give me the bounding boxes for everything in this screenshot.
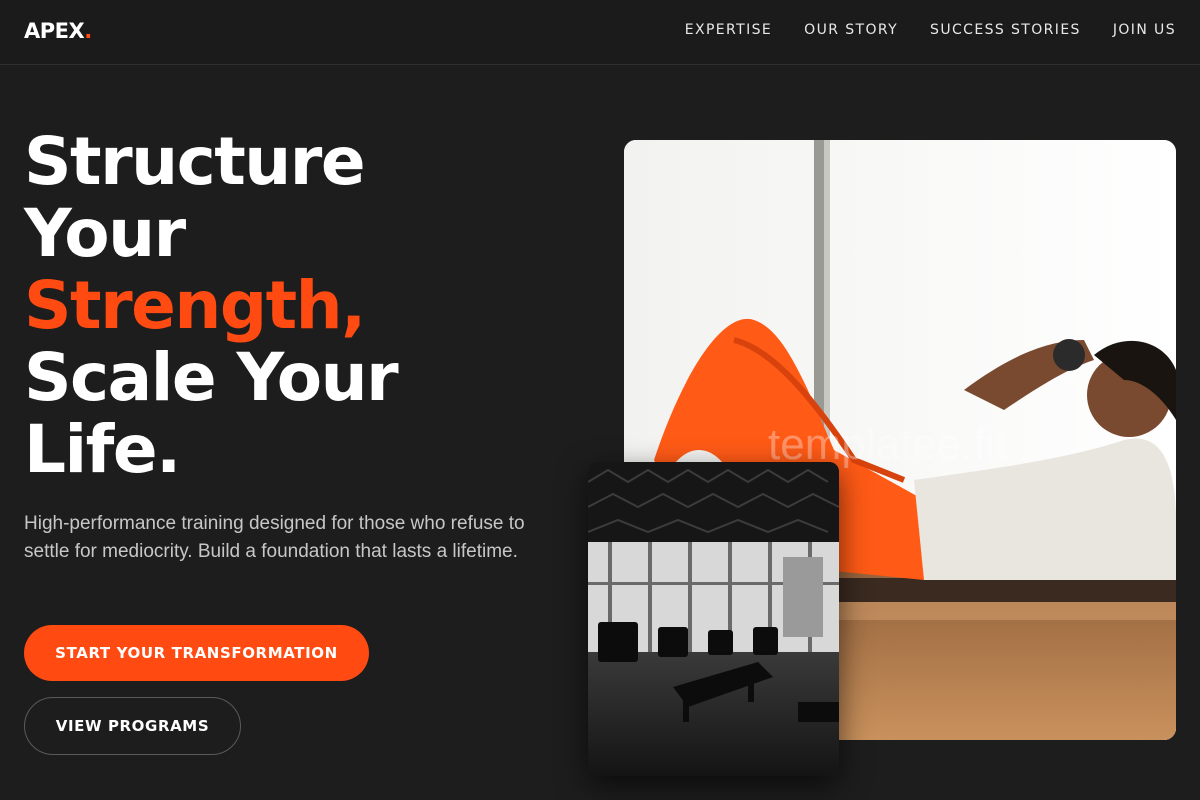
nav-item-success-stories[interactable]: SUCCESS STORIES [930, 22, 1081, 38]
site-header: APEX. EXPERTISE OUR STORY SUCCESS STORIE… [0, 0, 1200, 65]
headline-line-5: Life. [24, 411, 181, 488]
hero-subtitle: High-performance training designed for t… [24, 513, 525, 562]
start-transformation-button[interactable]: START YOUR TRANSFORMATION [24, 625, 369, 681]
nav-item-expertise[interactable]: EXPERTISE [685, 22, 772, 38]
headline-line-4: Scale Your [24, 339, 399, 416]
brand-dot: . [84, 19, 92, 43]
nav-item-our-story[interactable]: OUR STORY [804, 22, 898, 38]
main-nav: EXPERTISE OUR STORY SUCCESS STORIES JOIN… [685, 22, 1176, 38]
brand-name: APEX [24, 19, 85, 43]
gym-interior-photo [588, 462, 839, 776]
view-programs-button[interactable]: VIEW PROGRAMS [24, 697, 241, 755]
brand-logo[interactable]: APEX. [24, 19, 92, 43]
headline-line-1: Structure [24, 123, 366, 200]
nav-item-join-us[interactable]: JOIN US [1113, 22, 1176, 38]
headline-accent-line: Strength, [24, 267, 366, 344]
hero-headline: Structure Your Strength, Scale Your Life… [24, 123, 399, 488]
headline-line-2: Your [24, 195, 186, 272]
